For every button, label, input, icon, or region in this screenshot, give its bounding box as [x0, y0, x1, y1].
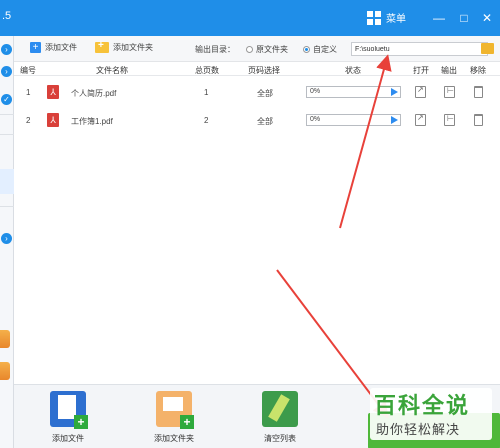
trash-icon[interactable] — [474, 86, 483, 98]
sidebar-arrow-icon[interactable]: › — [1, 66, 12, 77]
progress-text: 0% — [310, 116, 321, 123]
output-path-input[interactable] — [351, 42, 488, 56]
play-icon[interactable] — [391, 88, 398, 96]
folder-add-icon: + — [156, 391, 194, 429]
play-icon[interactable] — [391, 116, 398, 124]
radio-icon — [246, 46, 253, 53]
progress-text: 0% — [310, 88, 321, 95]
row-index: 2 — [26, 116, 31, 125]
bottom-add-folder-label: 添加文件夹 — [154, 434, 194, 443]
col-header: 编号 — [20, 66, 36, 75]
minimize-button[interactable]: — — [430, 9, 448, 27]
pdf-icon: ⅄ — [47, 85, 59, 99]
folder-add-icon — [95, 40, 109, 53]
sidebar-promo-icon[interactable] — [0, 330, 10, 348]
pdf-icon: ⅄ — [47, 113, 59, 127]
col-header: 文件名称 — [96, 66, 128, 75]
output-dir-label: 输出目录： — [195, 45, 235, 54]
clear-list-label: 清空列表 — [264, 434, 296, 443]
app-version: .5 — [2, 10, 12, 22]
file-name: 工作簿1.pdf — [71, 117, 113, 126]
radio-selected-icon — [303, 46, 310, 53]
menu-button[interactable]: 菜单 — [367, 10, 406, 25]
toolbar: + 添加文件 添加文件夹 输出目录： 原文件夹 自定义 — [14, 36, 500, 62]
page-select[interactable]: 全部 — [257, 116, 273, 127]
page-select[interactable]: 全部 — [257, 88, 273, 99]
radio-custom-label: 自定义 — [313, 45, 337, 54]
export-icon[interactable] — [444, 86, 455, 98]
table-row[interactable]: 2 ⅄ 工作簿1.pdf 2 全部 0% — [14, 106, 500, 134]
plus-icon: + — [30, 42, 41, 53]
sidebar-check-icon[interactable]: ✓ — [1, 94, 12, 105]
add-folder-button[interactable]: 添加文件夹 — [95, 40, 153, 53]
left-sidebar: › › ✓ › — [0, 36, 14, 448]
broom-icon — [262, 391, 298, 427]
watermark-title: 百科全说 — [374, 394, 471, 419]
menu-label: 菜单 — [386, 14, 406, 25]
page-count: 1 — [204, 88, 209, 97]
clear-list-button[interactable]: 清空列表 — [250, 391, 310, 444]
maximize-button[interactable]: □ — [455, 9, 473, 27]
close-button[interactable]: ✕ — [478, 9, 496, 27]
table-header: 编号 文件名称 总页数 页码选择 状态 打开 输出 移除 — [14, 62, 500, 76]
col-header: 总页数 — [195, 66, 219, 75]
add-folder-label: 添加文件夹 — [113, 43, 153, 52]
trash-icon[interactable] — [474, 114, 483, 126]
watermark-subtitle: 助你轻松解决 — [376, 423, 461, 438]
browse-folder-icon[interactable] — [481, 43, 494, 54]
bottom-add-file-label: 添加文件 — [52, 434, 84, 443]
table-row[interactable]: 1 ⅄ 个人简历.pdf 1 全部 0% — [14, 78, 500, 106]
open-file-icon[interactable] — [415, 113, 426, 126]
file-name: 个人简历.pdf — [71, 89, 117, 98]
col-header: 输出 — [441, 66, 457, 75]
sidebar-promo-icon[interactable] — [0, 362, 10, 380]
add-file-button[interactable]: + 添加文件 — [30, 42, 77, 53]
sidebar-item-active[interactable] — [0, 169, 14, 194]
page-count: 2 — [204, 116, 209, 125]
sidebar-arrow-icon[interactable]: › — [1, 233, 12, 244]
col-header: 状态 — [345, 66, 361, 75]
sidebar-arrow-icon[interactable]: › — [1, 44, 12, 55]
progress-bar: 0% — [306, 86, 401, 98]
progress-bar: 0% — [306, 114, 401, 126]
col-header: 移除 — [470, 66, 486, 75]
radio-original-label: 原文件夹 — [256, 45, 288, 54]
radio-original-folder[interactable]: 原文件夹 — [246, 44, 288, 55]
export-icon[interactable] — [444, 114, 455, 126]
title-bar: .5 菜单 — □ ✕ — [0, 0, 500, 36]
watermark-logo: 百科全说 助你轻松解决 — [370, 388, 492, 440]
radio-custom[interactable]: 自定义 — [303, 44, 337, 55]
row-index: 1 — [26, 88, 31, 97]
grid-icon — [367, 10, 381, 25]
col-header: 页码选择 — [248, 66, 280, 75]
bottom-add-file-button[interactable]: + 添加文件 — [38, 391, 98, 444]
open-file-icon[interactable] — [415, 85, 426, 98]
add-file-label: 添加文件 — [45, 43, 77, 52]
document-add-icon: + — [50, 391, 88, 429]
bottom-add-folder-button[interactable]: + 添加文件夹 — [144, 391, 204, 444]
col-header: 打开 — [413, 66, 429, 75]
